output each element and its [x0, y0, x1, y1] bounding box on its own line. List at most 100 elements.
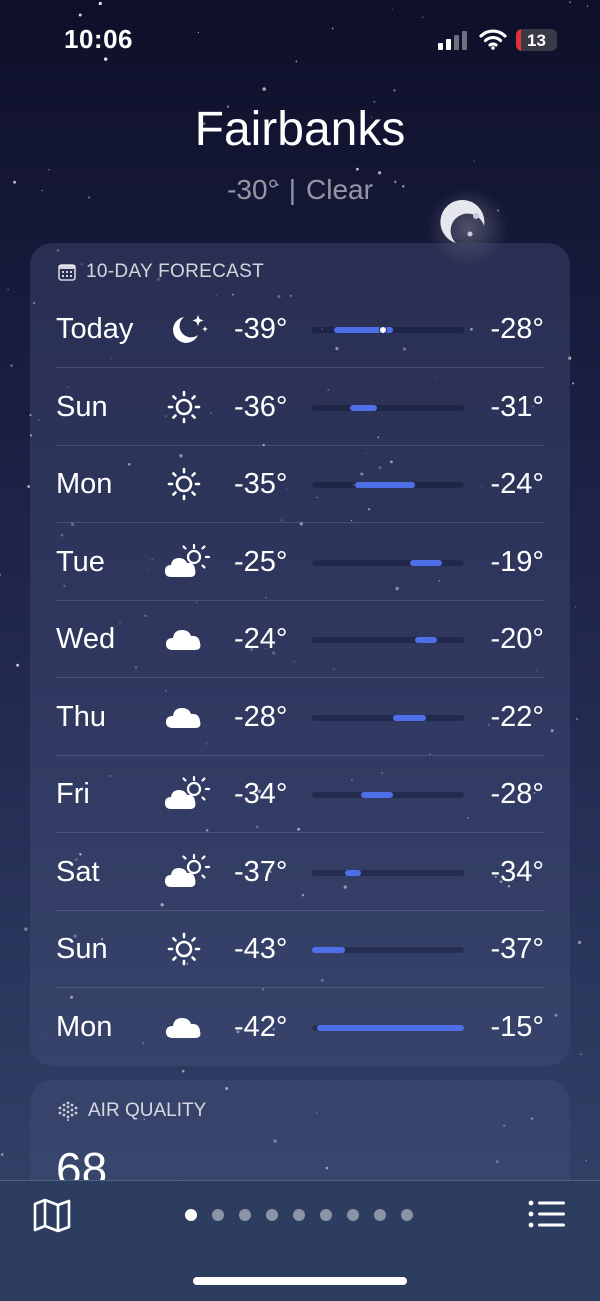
forecast-low-temp: -37°: [234, 855, 288, 888]
forecast-high-temp: -15°: [490, 1010, 544, 1043]
forecast-title: 10-DAY FORECAST: [86, 261, 265, 282]
star: [262, 87, 266, 91]
temperature-range-bar: [360, 792, 394, 798]
star: [182, 1069, 185, 1073]
forecast-low-temp: -36°: [234, 390, 288, 423]
forecast-day: Tue: [56, 545, 105, 578]
wifi-icon: [479, 29, 507, 50]
battery-percentage: 13: [527, 31, 546, 50]
air-quality-header: AIR QUALITY: [58, 1100, 206, 1122]
temperature-range-track: [312, 947, 464, 953]
map-icon[interactable]: [32, 1197, 72, 1233]
star: [10, 364, 13, 367]
air-quality-icon: [58, 1101, 78, 1121]
forecast-high-temp: -19°: [490, 545, 544, 578]
forecast-row[interactable]: Wed -24° -20°: [56, 601, 544, 678]
list-icon[interactable]: [528, 1199, 566, 1229]
current-conditions: -30° | Clear: [0, 174, 600, 206]
bottom-toolbar: [0, 1180, 600, 1301]
forecast-row[interactable]: Mon -35° -24°: [56, 446, 544, 523]
forecast-high-temp: -28°: [490, 778, 544, 810]
temperature-range-track: [312, 1024, 464, 1031]
current-condition: Clear: [306, 174, 373, 205]
forecast-row[interactable]: Tue -25° -19°: [56, 524, 544, 601]
temperature-range-track: [312, 482, 464, 488]
forecast-row[interactable]: Sat -37° -34°: [56, 834, 544, 911]
battery-icon: 13: [516, 29, 557, 51]
sun-icon: [164, 387, 212, 427]
star: [572, 382, 575, 385]
forecast-low-temp: -42°: [234, 1010, 288, 1043]
forecast-row[interactable]: Mon -42° -15°: [56, 989, 544, 1066]
home-indicator[interactable]: [193, 1277, 407, 1285]
page-dot[interactable]: [212, 1209, 224, 1221]
partly-cloudy-icon: [164, 774, 212, 814]
forecast-row[interactable]: Today -39° -28°: [56, 291, 544, 368]
forecast-row[interactable]: Fri -34° -28°: [56, 756, 544, 833]
forecast-high-temp: -37°: [490, 933, 544, 965]
star: [24, 927, 28, 931]
forecast-day: Sun: [56, 390, 108, 423]
page-dot[interactable]: [320, 1209, 332, 1221]
forecast-day: Mon: [56, 1010, 113, 1043]
page-dot[interactable]: [293, 1209, 305, 1221]
status-time: 10:06: [64, 24, 133, 54]
star: [577, 940, 582, 945]
star: [473, 160, 476, 162]
air-quality-card[interactable]: AIR QUALITY 68: [30, 1080, 570, 1190]
temperature-range-track: [312, 714, 464, 721]
temperature-range-bar: [415, 637, 437, 643]
page-dot[interactable]: [347, 1209, 359, 1221]
temperature-range-track: [312, 869, 464, 876]
air-quality-title: AIR QUALITY: [88, 1100, 207, 1121]
forecast-high-temp: -34°: [490, 855, 544, 888]
page-dot[interactable]: [266, 1209, 278, 1221]
page-indicator[interactable]: [185, 1209, 428, 1221]
star: [0, 573, 2, 576]
temperature-range-bar: [393, 714, 426, 721]
star: [48, 169, 50, 171]
forecast-row[interactable]: Thu -28° -22°: [56, 679, 544, 756]
star: [576, 717, 578, 720]
partly-cloudy-icon: [164, 852, 212, 892]
forecast-low-temp: -24°: [234, 623, 288, 655]
forecast-low-temp: -34°: [234, 778, 288, 810]
forecast-low-temp: -25°: [234, 545, 288, 578]
forecast-row[interactable]: Sun -36° -31°: [56, 369, 544, 446]
ten-day-forecast-card[interactable]: 10-DAY FORECAST Today -39° -28° Sun -36° -31°…: [30, 243, 570, 1066]
forecast-high-temp: -22°: [490, 700, 544, 733]
star: [393, 89, 396, 92]
temperature-range-bar: [317, 1024, 464, 1031]
cloud-icon: [164, 1007, 212, 1047]
forecast-high-temp: -31°: [490, 390, 544, 423]
cloud-icon: [164, 619, 212, 659]
forecast-low-temp: -39°: [234, 313, 288, 345]
current-temperature-marker: [378, 326, 387, 334]
star: [575, 606, 577, 608]
calendar-icon: [58, 264, 76, 281]
star: [7, 288, 9, 291]
forecast-low-temp: -28°: [234, 700, 288, 733]
forecast-row[interactable]: Sun -43° -37°: [56, 911, 544, 988]
forecast-high-temp: -28°: [490, 313, 544, 345]
page-dot[interactable]: [374, 1209, 386, 1221]
star: [0, 1153, 4, 1156]
temperature-range-track: [312, 792, 464, 798]
page-dot[interactable]: [185, 1209, 197, 1221]
forecast-day: Wed: [56, 623, 116, 655]
temperature-range-bar: [350, 404, 378, 411]
star: [356, 167, 359, 171]
sun-icon: [164, 464, 212, 504]
status-bar: 10:06 13: [0, 0, 600, 80]
forecast-high-temp: -20°: [490, 623, 544, 655]
forecast-day: Sun: [56, 933, 108, 965]
forecast-low-temp: -35°: [234, 468, 288, 500]
sun-icon: [164, 929, 212, 969]
temperature-range-bar: [312, 947, 345, 953]
temperature-range-bar: [409, 559, 443, 566]
page-dot[interactable]: [401, 1209, 413, 1221]
forecast-day: Sat: [56, 855, 100, 888]
forecast-low-temp: -43°: [234, 933, 288, 965]
temperature-range-track: [312, 326, 464, 334]
page-dot[interactable]: [239, 1209, 251, 1221]
